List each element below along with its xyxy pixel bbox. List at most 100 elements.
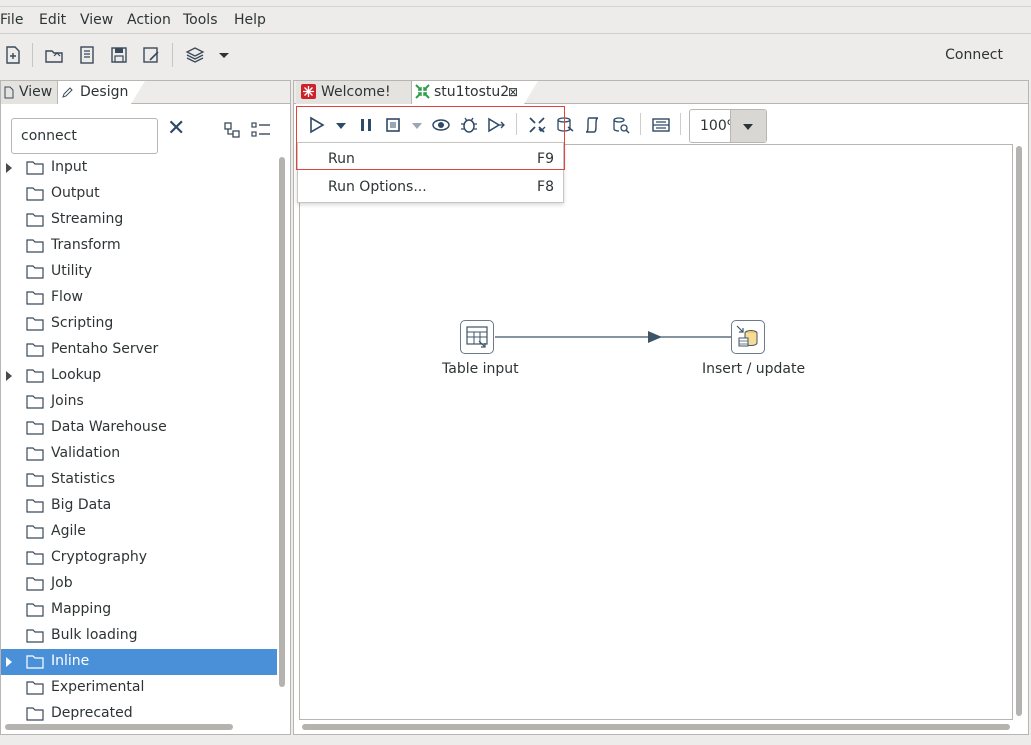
tree-item-label: Validation [51, 445, 121, 461]
layers-icon[interactable] [185, 45, 205, 65]
stop-icon[interactable] [384, 116, 402, 134]
folder-icon [26, 499, 44, 513]
search-input[interactable]: connect [11, 118, 158, 154]
transformation-icon [415, 84, 430, 99]
collapse-all-icon[interactable] [223, 121, 241, 139]
tab-view[interactable]: View [1, 81, 58, 104]
tree-item[interactable]: Big Data [1, 493, 277, 519]
tree-item[interactable]: Scripting [1, 311, 277, 337]
sql-script-icon[interactable] [584, 116, 602, 134]
pause-icon[interactable] [357, 116, 375, 134]
folder-icon [26, 291, 44, 305]
zoom-dropdown-button[interactable] [730, 110, 766, 142]
hop-connector[interactable] [300, 145, 1012, 719]
tree-item[interactable]: Transform [1, 233, 277, 259]
main-toolbar: Connect [0, 35, 1031, 77]
left-tab-bar: View Design [1, 81, 290, 104]
clear-search-icon[interactable]: ✕ [167, 118, 187, 140]
menu-edit[interactable]: Edit [39, 12, 66, 28]
menu-tools[interactable]: Tools [183, 12, 218, 28]
tree-item[interactable]: Streaming [1, 207, 277, 233]
folder-icon [26, 603, 44, 617]
folder-icon [26, 265, 44, 279]
tree-item[interactable]: Input [1, 155, 277, 181]
document-icon [4, 86, 14, 99]
explore-database-icon[interactable] [612, 116, 630, 134]
expand-arrow-icon[interactable] [6, 371, 12, 381]
menu-view[interactable]: View [80, 12, 113, 28]
explore-repository-icon[interactable] [77, 45, 97, 65]
menu-action[interactable]: Action [127, 12, 171, 28]
folder-icon [26, 525, 44, 539]
tree-item[interactable]: Data Warehouse [1, 415, 277, 441]
tree-item[interactable]: Mapping [1, 597, 277, 623]
tree-item[interactable]: Flow [1, 285, 277, 311]
tree-item-label: Agile [51, 523, 86, 539]
menu-file[interactable]: File [0, 12, 23, 28]
tree-item-label: Transform [51, 237, 121, 253]
show-results-icon[interactable] [652, 116, 670, 134]
tab-design[interactable]: Design [58, 81, 145, 104]
tree-item[interactable]: Utility [1, 259, 277, 285]
tree-item[interactable]: Output [1, 181, 277, 207]
tree-item[interactable]: Experimental [1, 675, 277, 701]
tree-item[interactable]: Pentaho Server [1, 337, 277, 363]
tree-item[interactable]: Lookup [1, 363, 277, 389]
folder-icon [26, 161, 44, 175]
tree-item-label: Scripting [51, 315, 114, 331]
expand-all-icon[interactable] [251, 121, 271, 139]
tree-item[interactable]: Bulk loading [1, 623, 277, 649]
replay-icon[interactable] [487, 116, 505, 134]
menu-help[interactable]: Help [234, 12, 266, 28]
folder-icon [26, 317, 44, 331]
folder-icon [26, 629, 44, 643]
debug-icon[interactable] [460, 116, 478, 134]
toolbar-separator [516, 113, 517, 135]
tree-item[interactable]: Agile [1, 519, 277, 545]
table-input-step[interactable] [460, 320, 494, 354]
tab-stu1tostu2[interactable]: stu1tostu2 ⊠ [412, 81, 538, 104]
zoom-select[interactable]: 100% [689, 109, 767, 143]
impact-icon[interactable] [556, 116, 574, 134]
run-options-menu-label: Run Options... [328, 179, 427, 195]
connect-button[interactable]: Connect [945, 47, 1003, 63]
tab-stu1tostu2-label: stu1tostu2 [434, 84, 510, 100]
tree-item[interactable]: Statistics [1, 467, 277, 493]
tree-item-label: Data Warehouse [51, 419, 167, 435]
preview-icon[interactable] [432, 116, 450, 134]
new-file-icon[interactable] [3, 45, 23, 65]
tree-item-label: Inline [51, 653, 90, 669]
folder-icon [26, 395, 44, 409]
close-tab-icon[interactable]: ⊠ [508, 81, 518, 103]
canvas-horizontal-scrollbar[interactable] [302, 723, 1014, 731]
verify-icon[interactable] [528, 116, 546, 134]
expand-arrow-icon[interactable] [6, 163, 12, 173]
save-as-icon[interactable] [141, 45, 161, 65]
step-category-tree: Input Output Streaming Transform Utility Flow… [1, 155, 277, 721]
tree-item[interactable]: Deprecated [1, 701, 277, 721]
tree-item-label: Mapping [51, 601, 112, 617]
stop-dropdown-icon[interactable] [408, 116, 426, 134]
tree-item-label: Output [51, 185, 100, 201]
tree-vertical-scrollbar[interactable] [278, 155, 286, 721]
folder-icon [26, 239, 44, 253]
tree-item[interactable]: Cryptography [1, 545, 277, 571]
expand-arrow-icon[interactable] [6, 657, 12, 667]
tree-item[interactable]: Joins [1, 389, 277, 415]
tree-item[interactable]: Inline [1, 649, 277, 675]
run-options-menu-item[interactable]: Run Options... F8 [298, 173, 563, 201]
save-icon[interactable] [109, 45, 129, 65]
insert-update-step[interactable] [731, 320, 765, 354]
insert-update-icon [736, 325, 758, 347]
tree-horizontal-scrollbar[interactable] [5, 723, 275, 731]
tree-item[interactable]: Job [1, 571, 277, 597]
transformation-canvas[interactable]: Table input Insert / update [299, 144, 1013, 720]
run-icon[interactable] [308, 116, 326, 134]
tab-welcome[interactable]: Welcome! [296, 81, 412, 104]
run-menu-item[interactable]: Run F9 [298, 145, 563, 173]
tree-item[interactable]: Validation [1, 441, 277, 467]
dropdown-arrow-icon[interactable] [216, 45, 236, 65]
canvas-vertical-scrollbar[interactable] [1015, 144, 1023, 720]
open-folder-icon[interactable] [44, 45, 64, 65]
run-dropdown-icon[interactable] [332, 116, 350, 134]
